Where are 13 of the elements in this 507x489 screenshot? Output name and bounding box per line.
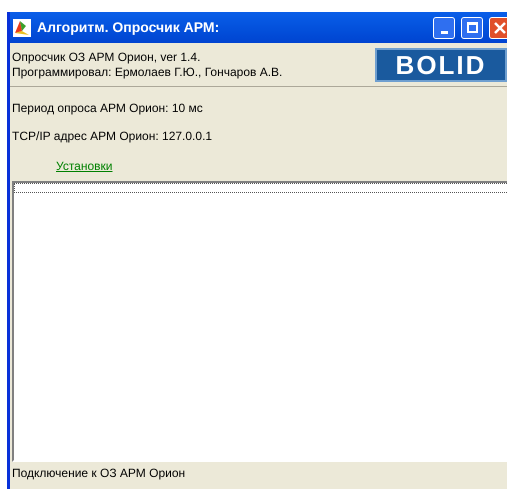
status-text: Подключение к ОЗ АРМ Орион <box>11 465 186 482</box>
header-text: Программировал: Ермолаев Г.Ю., Гончаров А.В. <box>12 64 282 80</box>
header-text: Опросчик ОЗ АРМ Орион, ver 1.4. <box>12 50 202 64</box>
logo: BOLID <box>375 48 507 82</box>
window-title: Алгоритм. Опросчик АРМ: <box>37 18 220 37</box>
info-text: Период опроса АРМ Орион: 10 мс <box>12 100 204 117</box>
maximize-button[interactable] <box>461 16 483 38</box>
settings-link[interactable]: Установки <box>56 157 112 175</box>
close-icon <box>494 22 506 34</box>
minimize-button[interactable] <box>433 16 455 38</box>
info-text: TCP/IP адрес АРМ Орион: 127.0.0.1 <box>12 128 214 145</box>
app-icon <box>13 18 31 36</box>
close-button[interactable] <box>489 16 507 38</box>
